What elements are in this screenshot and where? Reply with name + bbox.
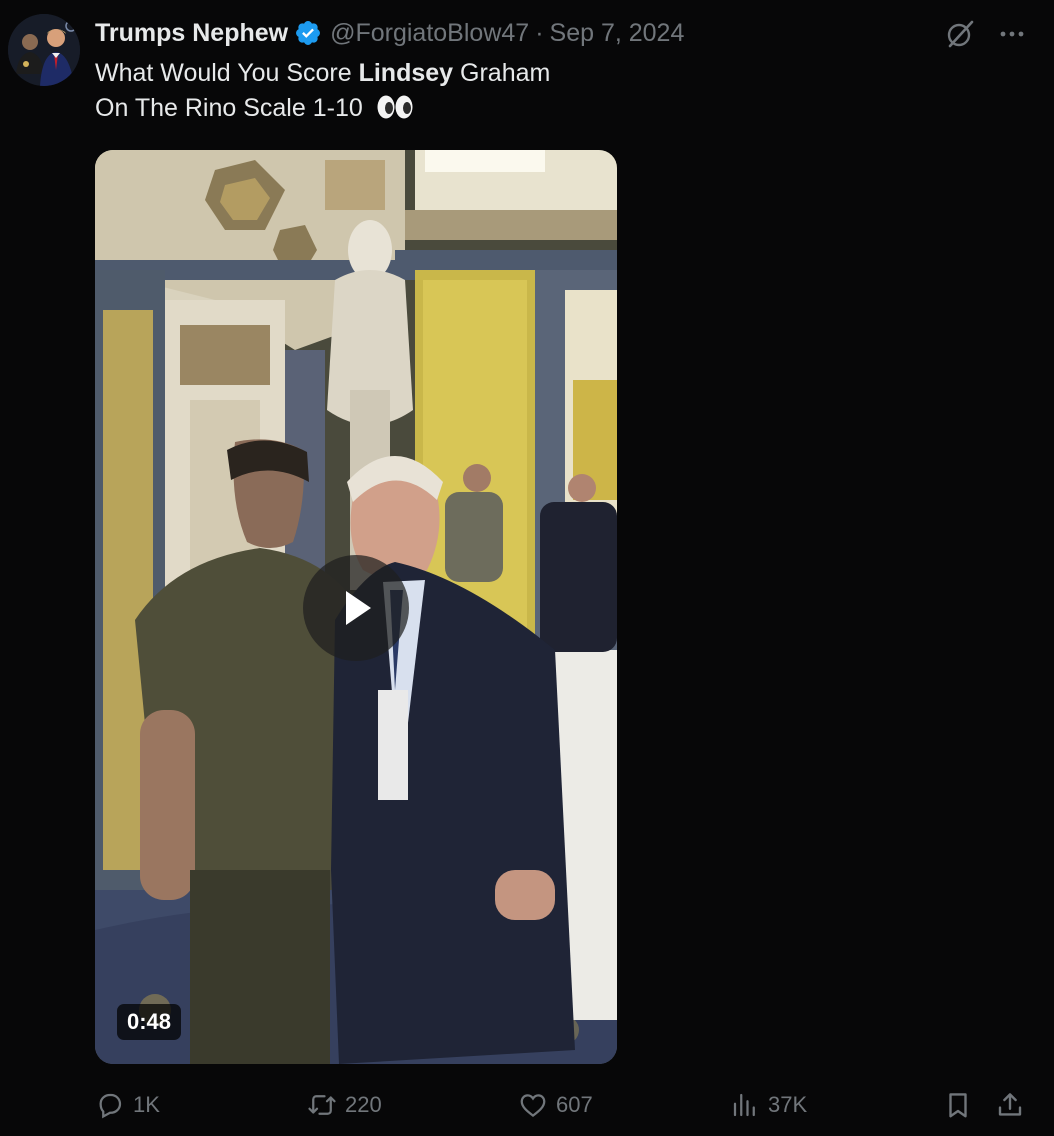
bookmark-button[interactable] xyxy=(943,1086,981,1124)
post-date[interactable]: Sep 7, 2024 xyxy=(550,19,685,48)
tweet-text-bold: Lindsey xyxy=(358,59,454,87)
tweet-header: Trumps Nephew @ForgiatoBlow47 · Sep 7, 2… xyxy=(95,16,684,50)
tweet-text-part1: What Would You Score xyxy=(95,59,359,87)
repost-count: 220 xyxy=(345,1092,382,1117)
reply-count: 1K xyxy=(133,1092,160,1117)
views-count: 37K xyxy=(768,1092,808,1117)
like-button[interactable]: 607 xyxy=(518,1086,593,1124)
play-icon xyxy=(346,591,371,625)
eyes-emoji-icon xyxy=(376,94,414,130)
avatar[interactable] xyxy=(8,14,80,86)
share-button[interactable] xyxy=(995,1086,1033,1124)
like-count: 607 xyxy=(556,1092,593,1117)
repost-icon xyxy=(308,1095,336,1115)
tweet-text: What Would You Score Lindsey Graham On T… xyxy=(95,56,695,130)
video-player[interactable]: 0:48 xyxy=(95,150,617,1064)
bookmark-icon xyxy=(949,1093,967,1118)
verified-badge-icon[interactable] xyxy=(294,19,322,47)
reply-button[interactable]: 1K xyxy=(95,1086,160,1124)
tweet: Trumps Nephew @ForgiatoBlow47 · Sep 7, 2… xyxy=(0,0,1054,1136)
reply-icon xyxy=(99,1093,122,1119)
grok-icon[interactable] xyxy=(944,18,976,50)
action-bar: 1K 220 607 37K xyxy=(95,1086,1040,1124)
display-name[interactable]: Trumps Nephew xyxy=(95,19,288,48)
views-button[interactable]: 37K xyxy=(730,1086,807,1124)
author-handle[interactable]: @ForgiatoBlow47 xyxy=(330,19,529,48)
tweet-text-line2: On The Rino Scale 1-10 xyxy=(95,94,363,122)
play-button[interactable] xyxy=(303,555,409,661)
share-icon xyxy=(998,1093,1022,1116)
views-chart-icon xyxy=(733,1093,755,1117)
video-duration: 0:48 xyxy=(117,1004,182,1040)
separator-dot: · xyxy=(535,18,544,47)
tweet-text-part2: Graham xyxy=(453,59,551,87)
more-options-icon[interactable] xyxy=(996,18,1028,50)
repost-button[interactable]: 220 xyxy=(307,1086,382,1124)
top-right-controls xyxy=(944,18,1028,50)
heart-icon xyxy=(520,1094,546,1118)
